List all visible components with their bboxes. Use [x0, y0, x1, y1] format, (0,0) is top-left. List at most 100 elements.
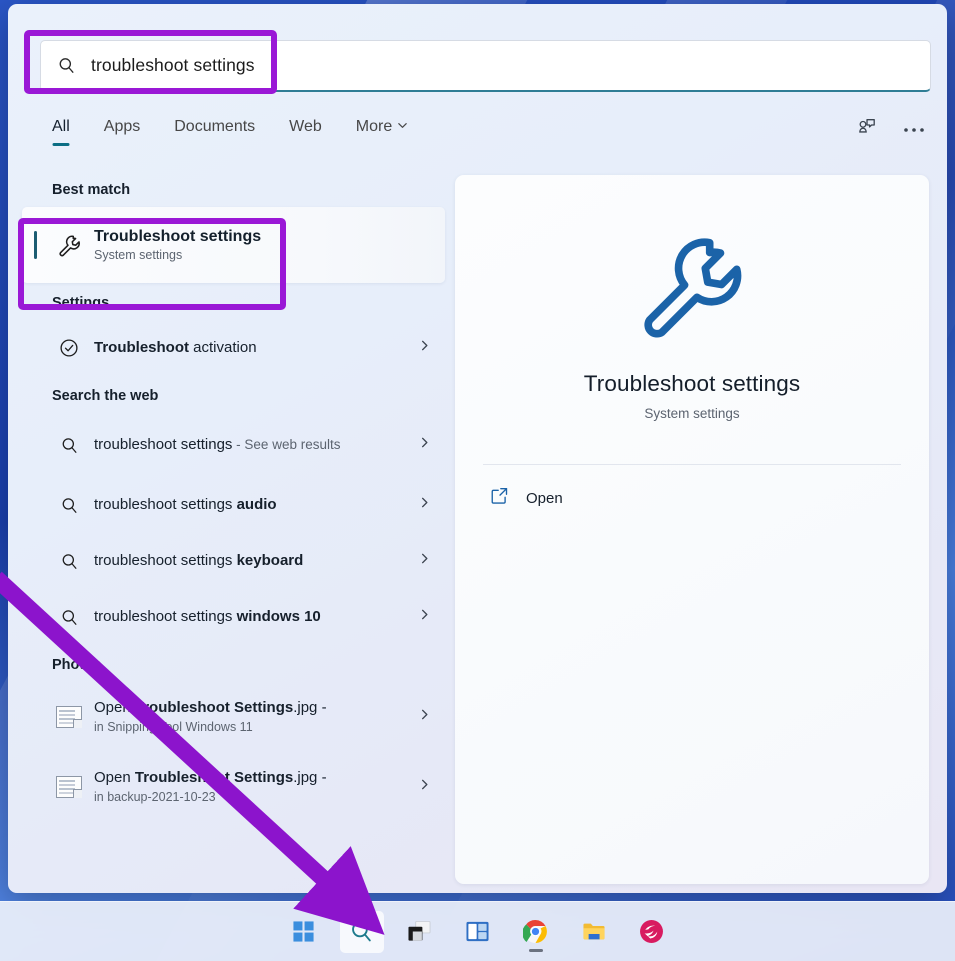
result-title-prefix: Open — [94, 699, 135, 716]
result-item-web-keyboard[interactable]: troubleshoot settings keyboard — [22, 533, 445, 589]
file-explorer-button[interactable] — [572, 911, 616, 953]
result-title-query: troubleshoot settings — [94, 435, 233, 453]
chevron-right-icon[interactable] — [410, 608, 431, 626]
search-icon — [352, 921, 371, 942]
chevron-right-icon[interactable] — [410, 436, 431, 454]
result-title: Troubleshoot settings — [94, 228, 262, 245]
search-button[interactable] — [339, 910, 384, 953]
result-text: troubleshoot settings keyboard — [86, 552, 410, 571]
result-text: Open Troubleshoot Settings.jpg - in back… — [86, 769, 410, 805]
widgets-icon — [466, 921, 489, 942]
chevron-right-icon[interactable] — [410, 339, 431, 357]
tab-apps[interactable]: Apps — [100, 116, 144, 146]
section-header-settings: Settings — [52, 295, 110, 311]
selection-indicator — [34, 231, 37, 259]
windows-logo-icon — [293, 921, 314, 942]
result-title-bold: Troubleshoot Settings — [134, 769, 294, 786]
result-title-suffix: .jpg - — [293, 769, 327, 786]
result-text: Troubleshoot activation — [86, 339, 410, 358]
result-title-query: troubleshoot settings — [94, 551, 237, 569]
photo-thumbnail-icon — [52, 776, 86, 798]
chevron-down-icon — [397, 118, 408, 136]
section-header-search-the-web: Search the web — [52, 388, 159, 404]
preview-panel: Troubleshoot settings System settings Op… — [455, 175, 929, 884]
result-item-troubleshoot-activation[interactable]: Troubleshoot activation — [22, 320, 445, 376]
search-flyout-panel: troubleshoot settings All Apps Documents… — [8, 4, 947, 893]
result-title: Troubleshoot activation — [94, 339, 410, 358]
chrome-button[interactable] — [514, 911, 558, 953]
search-icon — [52, 436, 86, 455]
result-title: Open Troubleshoot Settings.jpg - — [94, 769, 410, 788]
pink-app-button[interactable] — [630, 911, 674, 953]
search-icon — [52, 496, 86, 515]
result-text: troubleshoot settings - See web results — [86, 436, 410, 455]
result-title-rest: activation — [189, 338, 257, 356]
search-results-list: Best match Troubleshoot settings System … — [8, 170, 451, 892]
preview-subtitle: System settings — [644, 406, 740, 421]
tab-more[interactable]: More — [352, 116, 412, 146]
wrench-icon — [644, 238, 742, 338]
result-text: Troubleshoot settings System settings — [86, 228, 431, 262]
chevron-right-icon[interactable] — [410, 552, 431, 570]
pink-bird-app-icon — [640, 920, 663, 943]
result-item-photo-1[interactable]: Open Troubleshoot Settings.jpg - in Snip… — [22, 682, 445, 752]
tab-web[interactable]: Web — [285, 116, 326, 146]
result-title-bold: windows 10 — [236, 607, 321, 625]
result-title-bold: audio — [236, 495, 277, 513]
wrench-icon — [52, 233, 86, 258]
section-header-photos: Photos — [52, 657, 102, 673]
start-button[interactable] — [282, 911, 326, 953]
search-icon — [52, 552, 86, 571]
open-external-icon — [489, 485, 510, 511]
result-title-suffix: - See web results — [232, 436, 341, 452]
section-header-best-match: Best match — [52, 182, 131, 198]
result-subtitle: in Snipping Tool Windows 11 — [94, 719, 253, 734]
result-title-prefix: Open — [94, 769, 135, 786]
tab-documents[interactable]: Documents — [170, 116, 259, 146]
check-circle-icon — [52, 337, 86, 359]
search-icon — [52, 608, 86, 627]
result-title-bold: Troubleshoot Settings — [134, 699, 294, 716]
result-item-web-audio[interactable]: troubleshoot settings audio — [22, 477, 445, 533]
widgets-button[interactable] — [456, 911, 500, 953]
tab-label: All — [52, 118, 70, 135]
chevron-right-icon[interactable] — [410, 496, 431, 514]
photo-thumbnail-icon — [52, 706, 86, 728]
search-input-row[interactable]: troubleshoot settings — [40, 40, 931, 92]
taskbar — [0, 901, 955, 961]
chrome-icon — [523, 920, 547, 943]
search-input-value[interactable]: troubleshoot settings — [91, 55, 255, 76]
result-title: troubleshoot settings windows 10 — [94, 608, 410, 627]
feedback-icon[interactable] — [856, 116, 877, 142]
desktop-screen: troubleshoot settings All Apps Documents… — [0, 0, 955, 961]
search-icon — [41, 56, 91, 75]
result-item-web-windows10[interactable]: troubleshoot settings windows 10 — [22, 589, 445, 645]
result-title: troubleshoot settings keyboard — [94, 552, 410, 571]
task-view-button[interactable] — [398, 911, 442, 953]
panel-header-actions — [856, 116, 925, 142]
task-view-icon — [408, 920, 431, 941]
folder-icon — [582, 923, 605, 940]
result-title-bold: Troubleshoot — [94, 338, 189, 356]
open-label: Open — [526, 489, 563, 507]
preview-divider — [483, 464, 901, 465]
tab-label: Apps — [103, 118, 141, 135]
result-text: troubleshoot settings audio — [86, 496, 410, 515]
result-item-photo-2[interactable]: Open Troubleshoot Settings.jpg - in back… — [22, 752, 445, 822]
preview-title: Troubleshoot settings — [583, 371, 801, 396]
chevron-right-icon[interactable] — [410, 708, 431, 726]
result-title-bold: keyboard — [236, 551, 304, 569]
more-options-icon[interactable] — [903, 120, 925, 138]
result-title: troubleshoot settings audio — [94, 496, 410, 515]
result-text: troubleshoot settings windows 10 — [86, 608, 410, 627]
tab-all[interactable]: All — [48, 116, 74, 146]
result-title: Open Troubleshoot Settings.jpg - — [94, 699, 410, 718]
result-item-best-match[interactable]: Troubleshoot settings System settings — [22, 207, 445, 283]
chevron-right-icon[interactable] — [410, 778, 431, 796]
result-subtitle: System settings — [94, 248, 183, 262]
result-item-web-see-results[interactable]: troubleshoot settings - See web results — [22, 413, 445, 477]
tab-label: More — [355, 118, 393, 135]
result-title-query: troubleshoot settings — [94, 495, 237, 513]
preview-open-action[interactable]: Open — [489, 485, 929, 511]
result-text: Open Troubleshoot Settings.jpg - in Snip… — [86, 699, 410, 735]
